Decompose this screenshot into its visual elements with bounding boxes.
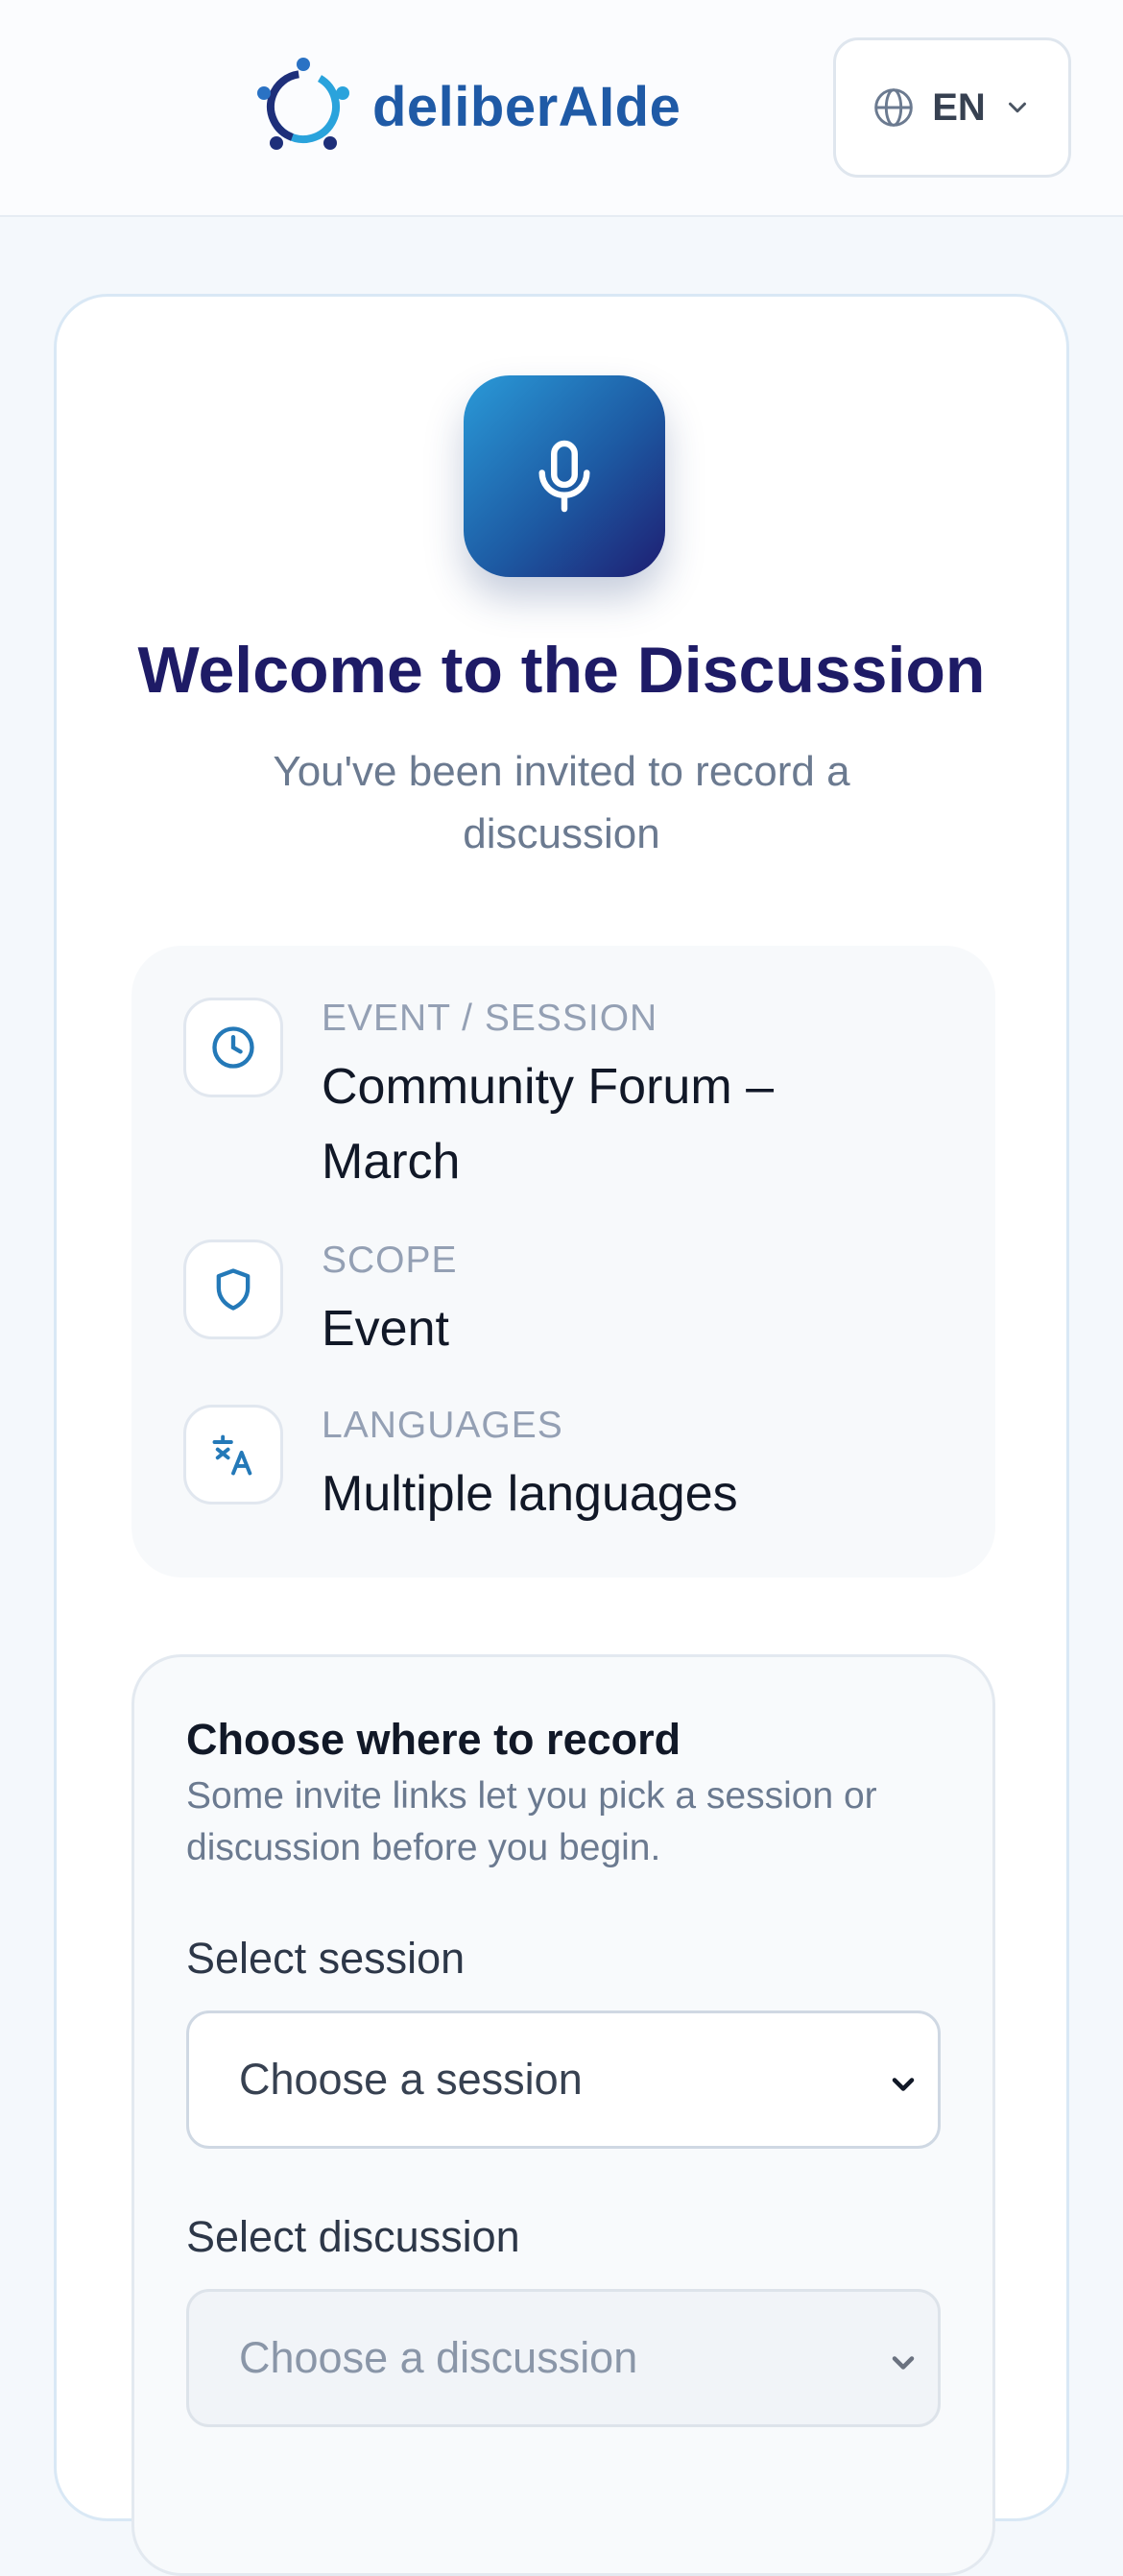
- info-row-languages: LANGUAGES Multiple languages: [183, 1405, 970, 1529]
- info-label: EVENT / SESSION: [322, 998, 658, 1039]
- language-code: EN: [932, 85, 986, 129]
- session-select-value: Choose a session: [239, 2055, 583, 2104]
- page-subtitle: You've been invited to record a discussi…: [273, 748, 850, 857]
- session-label: Select session: [186, 1934, 466, 1983]
- info-label: LANGUAGES: [322, 1405, 563, 1446]
- discussion-info: EVENT / SESSION Community Forum – March …: [131, 946, 995, 1577]
- record-panel-description: Some invite links let you pick a session…: [186, 1775, 877, 1868]
- info-icon-tile: [183, 998, 283, 1097]
- brand[interactable]: deliberAIde: [251, 54, 681, 159]
- record-location-panel: Choose where to record Some invite links…: [131, 1654, 995, 2576]
- chevron-down-icon: [892, 2078, 915, 2091]
- session-select[interactable]: Choose a session: [186, 2010, 941, 2149]
- info-label: SCOPE: [322, 1240, 458, 1281]
- chevron-down-icon: [892, 2356, 915, 2370]
- translate-icon: [212, 1434, 252, 1476]
- app-header: deliberAIde EN: [0, 0, 1123, 217]
- welcome-card: Welcome to the Discussion You've been in…: [54, 294, 1069, 2576]
- shield-icon: [216, 1268, 251, 1311]
- logo-icon: [257, 58, 349, 150]
- info-value: Event: [322, 1301, 449, 1357]
- discussion-label: Select discussion: [186, 2212, 520, 2261]
- info-row-scope: SCOPE Event: [183, 1240, 970, 1364]
- info-value: Community Forum – March: [322, 1059, 774, 1190]
- info-icon-tile: [183, 1240, 283, 1339]
- page-title: Welcome to the Discussion: [137, 634, 986, 707]
- discussion-select-value: Choose a discussion: [239, 2333, 638, 2382]
- microphone-icon: [538, 440, 590, 513]
- info-value: Multiple languages: [322, 1466, 738, 1522]
- brand-name: deliberAIde: [372, 75, 681, 138]
- language-selector[interactable]: EN: [833, 37, 1071, 178]
- chevron-down-icon: [1008, 102, 1026, 113]
- discussion-select[interactable]: Choose a discussion: [186, 2289, 941, 2427]
- mic-badge: [464, 375, 665, 577]
- info-icon-tile: [183, 1405, 283, 1505]
- info-row-event: EVENT / SESSION Community Forum – March: [183, 998, 970, 1199]
- globe-icon: [874, 88, 914, 127]
- record-panel-title: Choose where to record: [186, 1715, 681, 1764]
- clock-icon: [212, 1026, 254, 1069]
